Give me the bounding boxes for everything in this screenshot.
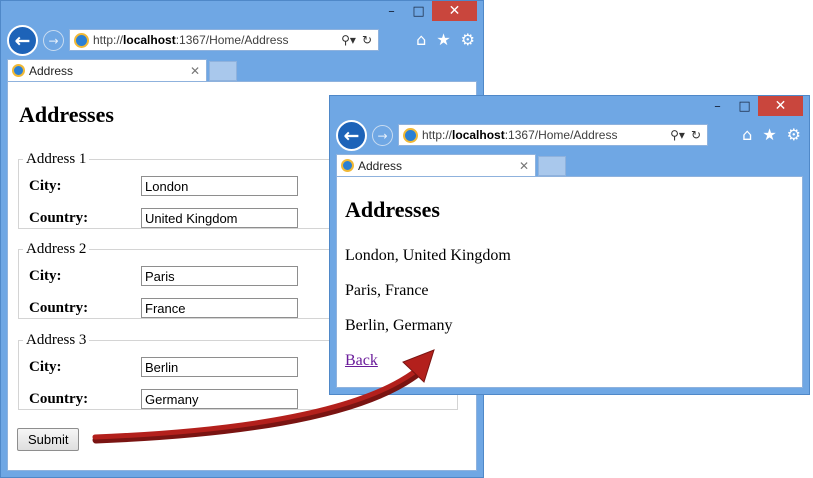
refresh-icon[interactable]: ↻ — [691, 128, 701, 142]
page-title: Addresses — [345, 197, 440, 222]
tab-title: Address — [29, 63, 74, 78]
country-input-3[interactable] — [141, 389, 298, 409]
navigation-bar: ← → http://localhost:1367/Home/Address ⚲… — [336, 120, 803, 152]
window-controls: – □ ✕ — [378, 1, 477, 23]
city-input-3[interactable] — [141, 357, 298, 377]
gear-icon[interactable]: ⚙ — [787, 125, 801, 144]
tab-strip: Address ✕ — [7, 59, 477, 81]
address-line-3: Berlin, Germany — [345, 317, 453, 334]
forward-arrow-icon[interactable]: → — [372, 125, 393, 146]
tab-address[interactable]: Address ✕ — [336, 154, 536, 176]
minimize-icon[interactable]: – — [378, 1, 405, 21]
page-title: Addresses — [19, 102, 114, 127]
star-icon[interactable]: ★ — [762, 125, 776, 144]
city-input-1[interactable] — [141, 176, 298, 196]
minimize-icon[interactable]: – — [704, 96, 731, 116]
country-label: Country: — [29, 390, 89, 407]
tab-close-icon[interactable]: ✕ — [519, 159, 535, 173]
tab-address[interactable]: Address ✕ — [7, 59, 207, 81]
browser-window-result: – □ ✕ ← → http://localhost:1367/Home/Add… — [329, 95, 810, 395]
city-label: City: — [29, 177, 62, 194]
fieldset-legend: Address 2 — [26, 241, 87, 257]
new-tab-button[interactable] — [538, 156, 566, 176]
address-bar[interactable]: http://localhost:1367/Home/Address ⚲▾ ↻ — [398, 124, 708, 146]
address-bar[interactable]: http://localhost:1367/Home/Address ⚲▾ ↻ — [69, 29, 379, 51]
forward-arrow-icon[interactable]: → — [43, 30, 64, 51]
submit-button[interactable]: Submit — [17, 428, 80, 451]
fieldset-legend: Address 3 — [26, 332, 87, 348]
search-icon[interactable]: ⚲▾ — [341, 33, 356, 47]
ie-page-icon — [74, 32, 89, 48]
home-icon[interactable]: ⌂ — [416, 30, 426, 49]
home-icon[interactable]: ⌂ — [742, 125, 752, 144]
tab-title: Address — [358, 158, 403, 173]
city-label: City: — [29, 358, 62, 375]
back-link[interactable]: Back — [345, 352, 378, 370]
navigation-bar: ← → http://localhost:1367/Home/Address ⚲… — [7, 25, 477, 57]
ie-tab-icon — [12, 64, 25, 77]
page-content: Addresses London, United Kingdom Paris, … — [336, 176, 803, 388]
address-line-2: Paris, France — [345, 282, 429, 299]
back-arrow-icon[interactable]: ← — [336, 120, 367, 151]
city-label: City: — [29, 267, 62, 284]
window-controls: – □ ✕ — [704, 96, 803, 118]
country-input-1[interactable] — [141, 208, 298, 228]
country-label: Country: — [29, 209, 89, 226]
maximize-icon[interactable]: □ — [731, 96, 758, 116]
search-icon[interactable]: ⚲▾ — [670, 128, 685, 142]
close-icon[interactable]: ✕ — [432, 1, 477, 21]
address-line-1: London, United Kingdom — [345, 247, 511, 264]
close-icon[interactable]: ✕ — [758, 96, 803, 116]
tab-close-icon[interactable]: ✕ — [190, 64, 206, 78]
gear-icon[interactable]: ⚙ — [461, 30, 475, 49]
address-url: http://localhost:1367/Home/Address — [422, 128, 618, 142]
new-tab-button[interactable] — [209, 61, 237, 81]
address-url: http://localhost:1367/Home/Address — [93, 33, 289, 47]
ie-tab-icon — [341, 159, 354, 172]
ie-page-icon — [403, 127, 418, 143]
fieldset-legend: Address 1 — [26, 151, 87, 167]
back-arrow-icon[interactable]: ← — [7, 25, 38, 56]
maximize-icon[interactable]: □ — [405, 1, 432, 21]
tab-strip: Address ✕ — [336, 154, 803, 176]
country-label: Country: — [29, 299, 89, 316]
refresh-icon[interactable]: ↻ — [362, 33, 372, 47]
country-input-2[interactable] — [141, 298, 298, 318]
city-input-2[interactable] — [141, 266, 298, 286]
star-icon[interactable]: ★ — [436, 30, 450, 49]
